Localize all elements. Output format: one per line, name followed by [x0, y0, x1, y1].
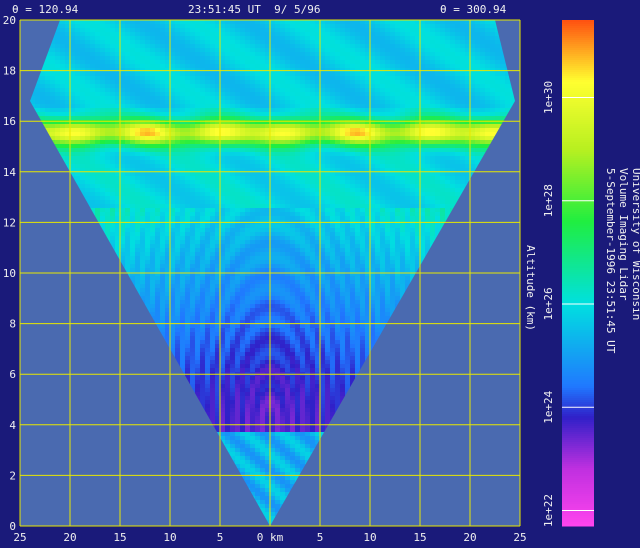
x-tick-label: 5	[317, 531, 324, 544]
lidar-figure: 02468101214161820 25 20 15 10 5 0 km 5 10 15 20 25…	[3, 14, 640, 544]
y-tick-label: 10	[3, 267, 16, 280]
y-tick-label: 4	[9, 419, 16, 432]
y-tick-label: 18	[3, 65, 16, 78]
theta-right-label: θ = 300.94	[440, 3, 507, 16]
y-tick-label: 14	[3, 166, 17, 179]
y-tick-label: 12	[3, 216, 16, 229]
timestamp-label: 23:51:45 UT 9/ 5/96	[188, 3, 321, 16]
x-tick-label: 25	[513, 531, 526, 544]
theta-left-label: θ = 120.94	[12, 3, 79, 16]
y-tick-label: 6	[9, 368, 16, 381]
colorbar-tick-label: 1e+26	[542, 287, 555, 320]
colorbar	[562, 20, 594, 527]
side-label-line2: Volume Imaging Lidar	[617, 168, 630, 301]
colorbar-tick-label: 1e+28	[542, 184, 555, 217]
y-tick-label: 2	[9, 469, 16, 482]
colorbar-tick-label: 1e+24	[542, 390, 555, 423]
colorbar-tick-label: 1e+30	[542, 81, 555, 114]
y-tick-label: 8	[9, 318, 16, 331]
x-tick-label: 20	[463, 531, 476, 544]
x-tick-label: 20	[63, 531, 76, 544]
x-tick-label: 10	[163, 531, 176, 544]
x-tick-labels: 25 20 15 10 5 0 km 5 10 15 20 25	[13, 531, 526, 544]
x-tick-label: 10	[363, 531, 376, 544]
x-tick-label: 5	[217, 531, 224, 544]
x-tick-label: 0 km	[257, 531, 284, 544]
x-tick-label: 25	[13, 531, 26, 544]
y-tick-label: 16	[3, 115, 16, 128]
x-tick-label: 15	[113, 531, 126, 544]
x-tick-label: 15	[413, 531, 426, 544]
header-bar: θ = 120.94 23:51:45 UT 9/ 5/96 θ = 300.9…	[0, 0, 520, 20]
y-tick-labels: 02468101214161820	[3, 14, 17, 533]
side-label-line1: University of Wisconsin	[630, 168, 640, 320]
colorbar-tick-label: 1e+22	[542, 494, 555, 527]
y-axis-label: Altitude (km)	[524, 245, 537, 331]
side-label-line3: 5-September-1996 23:51:45 UT	[604, 168, 617, 354]
